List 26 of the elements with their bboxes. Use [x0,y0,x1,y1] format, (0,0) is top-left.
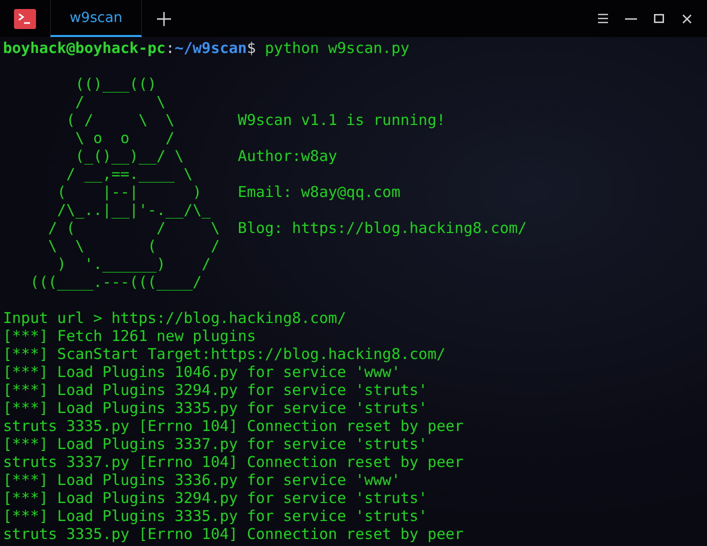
output-line: struts 3335.py [Errno 104] Connection reset by peer [3,525,464,543]
command-prompt: boyhack@boyhack-pc:~/w9scan$ python w9scan.py [3,39,410,57]
output-line: Input url > https://blog.hacking8.com/ [3,309,346,327]
output-line: [***] Load Plugins 3294.py for service 'struts' [3,489,428,507]
banner-info-line: Author:w8ay [238,147,338,165]
banner-info-line: Email: w8ay@qq.com [238,183,400,201]
output-line: [***] Load Plugins 3335.py for service 'struts' [3,507,428,525]
close-icon [682,14,692,24]
banner-info-line: W9scan v1.1 is running! [238,111,446,129]
terminal-app-icon[interactable] [14,8,36,28]
output-line: [***] Load Plugins 3335.py for service 'struts' [3,399,428,417]
minimize-icon [625,18,637,20]
output-line: [***] Load Plugins 3336.py for service 'www' [3,471,400,489]
output-line: struts 3335.py [Errno 104] Connection reset by peer [3,417,464,435]
plus-icon [156,10,172,26]
output-line: [***] Fetch 1261 new plugins [3,327,256,345]
terminal-tab[interactable]: w9scan [50,0,142,37]
output-line: [***] Load Plugins 1046.py for service 'www' [3,363,400,381]
maximize-icon [654,14,664,23]
banner-info-line: Blog: https://blog.hacking8.com/ [238,219,527,237]
output-line: [***] Load Plugins 3337.py for service 'struts' [3,435,428,453]
menu-icon [597,13,609,24]
output-line: [***] ScanStart Target:https://blog.hacking8.com/ [3,345,446,363]
output-line: struts 3337.py [Errno 104] Connection reset by peer [3,453,464,471]
ascii-art-drawing: (()___(() / \ ( / \ \ \ o o / (_()__)__/ \ / __,==.____ \ ( |--| ) /\_..|__|'-.__/\_ / ( / \ \ \ ( / ) '.______) / (((____.---(((____/ [29,75,221,291]
output-line: [***] Load Plugins 3294.py for service 'struts' [3,381,428,399]
